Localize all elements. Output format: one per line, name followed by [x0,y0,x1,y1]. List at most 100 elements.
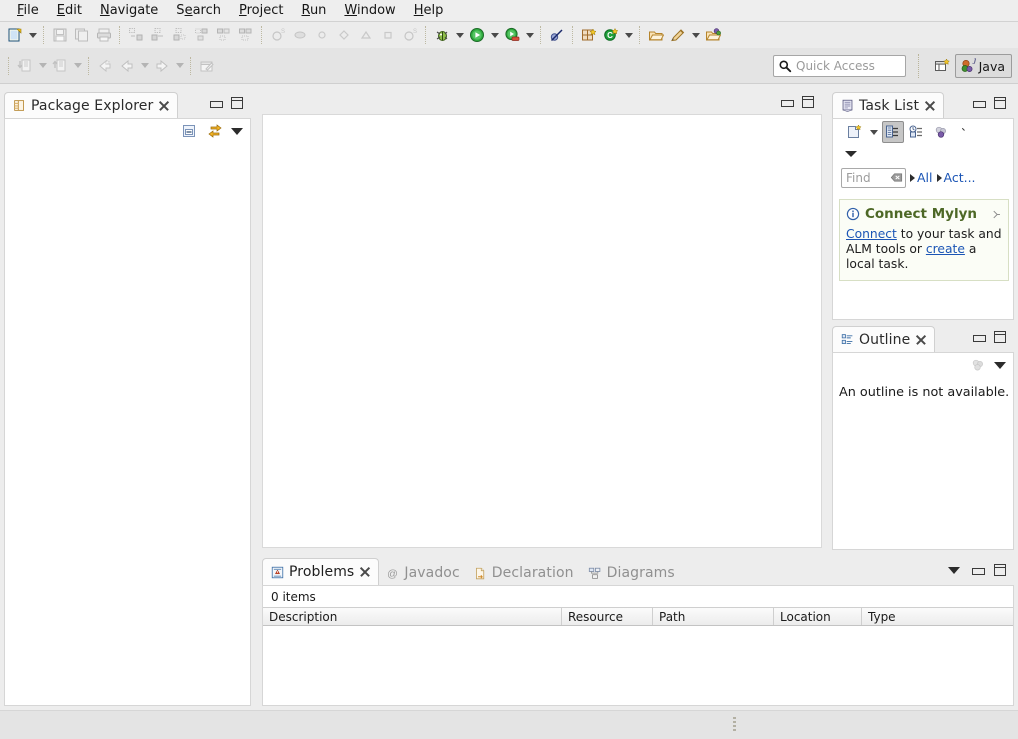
focus-on-workweek-icon[interactable] [930,121,952,143]
outline-icon [841,333,854,346]
view-menu-icon[interactable] [948,564,961,576]
tab-diagrams[interactable]: Diagrams [581,561,682,585]
menu-file[interactable]: File [8,2,48,20]
new-task-dropdown-icon[interactable] [867,121,880,143]
profile-dropdown-icon[interactable] [523,24,536,46]
quick-access-input[interactable]: Quick Access [773,55,906,77]
tab-declaration[interactable]: Declaration [467,561,581,585]
close-icon[interactable] [359,566,371,578]
filter-activate[interactable]: Act... [937,170,976,185]
find-input[interactable]: Find [841,168,906,188]
new-wizard-dropdown-icon[interactable] [26,24,39,46]
filter-all-label: All [917,170,933,185]
close-icon[interactable] [915,334,927,346]
column-header-type[interactable]: Type [862,608,1001,625]
clear-icon[interactable] [890,171,903,184]
new-java-class-icon[interactable]: C [600,24,622,46]
connect-link[interactable]: Connect [846,227,897,241]
toolbar-separator [190,57,192,75]
tab-outline[interactable]: Outline [832,326,935,352]
link-with-editor-icon[interactable] [205,121,225,141]
uml-triangle-icon [311,24,333,46]
new-java-package-icon[interactable] [578,24,600,46]
column-header-path[interactable]: Path [653,608,774,625]
connect-mylyn-header: Connect Mylyn [846,206,1002,222]
menu-help[interactable]: Help [405,2,453,20]
debug-dropdown-icon[interactable] [453,24,466,46]
search-icon [778,59,792,73]
maximize-icon[interactable] [231,97,243,109]
toolbar-separator [43,26,45,44]
status-bar [0,710,1018,739]
minimize-icon[interactable] [973,98,984,109]
open-type-icon[interactable] [645,24,667,46]
view-menu-icon[interactable] [231,125,244,137]
menu-project[interactable]: Project [230,2,293,20]
create-link[interactable]: create [926,242,965,256]
tab-problems[interactable]: Problems [262,558,379,585]
problems-table-body[interactable] [263,626,1013,706]
resize-grip-icon[interactable] [733,717,736,733]
editor-tabhead [262,92,822,114]
new-java-class-dropdown-icon[interactable] [622,24,635,46]
view-overflow-icon[interactable] [954,121,966,143]
scheduled-presentation-icon[interactable] [906,121,928,143]
main-toolbar: S [0,22,1018,48]
back-icon [116,55,138,77]
tab-javadoc[interactable]: @ Javadoc [379,561,466,585]
maximize-icon[interactable] [994,564,1006,576]
maximize-icon[interactable] [994,331,1006,343]
tab-task-list[interactable]: Task List [832,92,944,118]
column-header-location[interactable]: Location [774,608,862,625]
menu-search[interactable]: Search [167,2,230,20]
open-perspective-icon[interactable] [930,55,954,77]
menu-run[interactable]: Run [292,2,335,20]
perspective-java-button[interactable]: J Java [955,54,1012,78]
maximize-icon[interactable] [802,96,814,108]
outline-body[interactable]: An outline is not available. [832,352,1014,550]
categorized-presentation-icon[interactable] [882,121,904,143]
open-task-icon[interactable] [702,24,724,46]
problems-body: 0 items Description Resource Path Locati… [262,585,1014,706]
collapse-all-icon[interactable] [179,121,199,141]
column-header-resource[interactable]: Resource [562,608,653,625]
save-all-icon [71,24,93,46]
menu-window[interactable]: Window [335,2,404,20]
problems-title: Problems [289,564,354,580]
package-explorer-toolbar [5,119,250,143]
view-menu-icon[interactable] [994,359,1007,371]
close-icon[interactable] [990,208,1002,220]
maximize-icon[interactable] [994,97,1006,109]
task-list-title: Task List [859,98,919,114]
menu-navigate[interactable]: Navigate [91,2,167,20]
hide-fields-icon[interactable] [968,355,988,375]
menu-edit[interactable]: Edit [48,2,91,20]
column-header-description[interactable]: Description [263,608,562,625]
skip-breakpoints-icon[interactable] [546,24,568,46]
perspective-java-label: Java [979,59,1005,74]
close-icon[interactable] [924,100,936,112]
minimize-icon[interactable] [973,332,984,343]
debug-icon[interactable] [431,24,453,46]
editor-canvas[interactable] [262,114,822,548]
problems-view: Problems @ Javadoc [262,558,1014,706]
package-explorer-body[interactable] [4,118,251,706]
new-wizard-icon[interactable] [4,24,26,46]
run-icon[interactable] [466,24,488,46]
run-dropdown-icon[interactable] [488,24,501,46]
editor-area [262,92,822,548]
minimize-icon[interactable] [210,98,221,109]
task-list-find-row: Find All Act... [833,163,1013,189]
view-menu-icon[interactable] [845,151,857,157]
new-task-icon[interactable] [843,121,865,143]
minimize-icon[interactable] [972,565,983,576]
task-list-toolbar [833,119,1013,145]
filter-all[interactable]: All [910,170,933,185]
search-dropdown-icon[interactable] [689,24,702,46]
tab-package-explorer[interactable]: Package Explorer [4,92,178,118]
toolbar-separator [261,26,263,44]
search-pencil-icon[interactable] [667,24,689,46]
minimize-icon[interactable] [781,97,792,108]
profile-icon[interactable] [501,24,523,46]
close-icon[interactable] [158,100,170,112]
